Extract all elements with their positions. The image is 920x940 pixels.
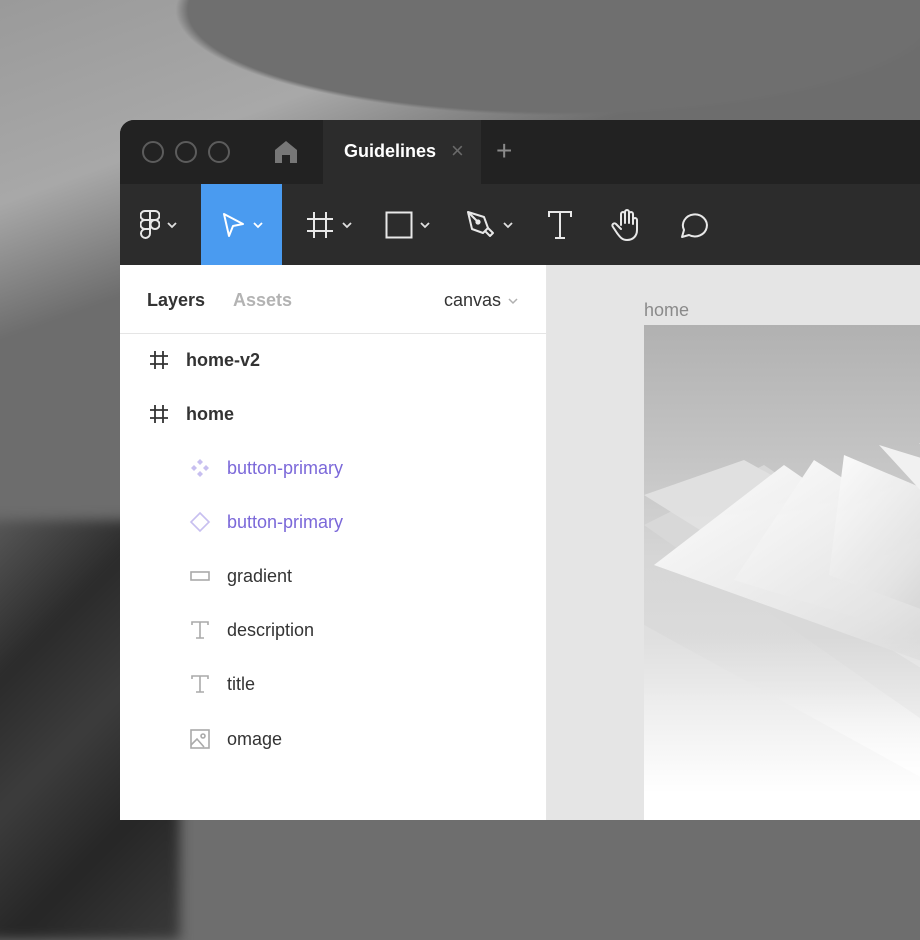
text-tool-button[interactable] — [547, 184, 573, 265]
layer-item[interactable]: omage — [188, 719, 282, 759]
layers-panel: Layers Assets canvas home-v2 home button… — [120, 265, 547, 820]
cursor-arrow-icon — [222, 212, 244, 237]
chevron-down-icon — [508, 297, 518, 304]
close-tab-icon[interactable]: × — [451, 140, 464, 162]
panel-header: Layers Assets canvas — [120, 265, 546, 334]
title-bar: Guidelines × + — [120, 120, 920, 184]
figma-menu-button[interactable] — [140, 184, 178, 265]
text-icon — [188, 672, 212, 696]
chevron-down-icon — [342, 221, 352, 228]
comment-icon — [681, 213, 708, 238]
figma-logo-icon — [140, 209, 160, 239]
layer-item[interactable]: button-primary — [188, 448, 343, 488]
layer-item[interactable]: home-v2 — [147, 340, 260, 380]
home-icon[interactable] — [273, 139, 299, 165]
frame-icon — [147, 348, 171, 372]
maximize-window-button[interactable] — [208, 141, 230, 163]
frame-icon — [147, 402, 171, 426]
layer-item[interactable]: description — [188, 610, 314, 650]
chevron-down-icon — [420, 221, 430, 228]
chevron-down-icon — [503, 221, 513, 228]
close-window-button[interactable] — [142, 141, 164, 163]
hand-icon — [611, 208, 638, 241]
layer-label: button-primary — [227, 511, 344, 532]
tab-guidelines[interactable]: Guidelines × — [323, 120, 481, 184]
canvas-area[interactable]: home — [547, 265, 920, 820]
tab-assets[interactable]: Assets — [233, 290, 292, 311]
tab-layers[interactable]: Layers — [147, 290, 205, 311]
home-frame[interactable] — [644, 325, 920, 820]
shape-tool-button[interactable] — [385, 184, 431, 265]
layer-item[interactable]: button-primary — [188, 502, 343, 542]
frame-label[interactable]: home — [644, 300, 689, 321]
layer-label: description — [227, 619, 315, 640]
chevron-down-icon — [167, 221, 177, 228]
new-tab-button[interactable]: + — [496, 137, 512, 165]
toolbar — [120, 184, 920, 265]
chevron-down-icon — [252, 221, 263, 228]
minimize-window-button[interactable] — [175, 141, 197, 163]
text-icon — [548, 210, 572, 239]
rectangle-icon — [385, 211, 413, 238]
frame-tool-button[interactable] — [305, 184, 353, 265]
page-selector[interactable]: canvas — [444, 290, 519, 311]
image-icon — [188, 727, 212, 751]
layer-label: omage — [227, 728, 283, 749]
instance-icon — [188, 510, 212, 534]
comment-tool-button[interactable] — [678, 184, 710, 265]
layer-item[interactable]: title — [188, 664, 255, 704]
layer-label: home-v2 — [186, 349, 261, 370]
rectangle-icon — [188, 564, 212, 588]
component-icon — [188, 456, 212, 480]
pen-tool-button[interactable] — [466, 184, 514, 265]
figma-window: Guidelines × + Layers Assets canvas home… — [120, 120, 920, 820]
layer-item[interactable]: home — [147, 394, 234, 434]
layer-label: gradient — [227, 565, 293, 586]
frame-artwork-image — [644, 325, 920, 820]
frame-hash-icon — [307, 211, 333, 238]
text-icon — [188, 618, 212, 642]
hand-tool-button[interactable] — [610, 184, 642, 265]
layer-label: button-primary — [227, 457, 344, 478]
layer-item[interactable]: gradient — [188, 556, 292, 596]
layer-label: home — [186, 403, 235, 424]
move-tool-button[interactable] — [201, 184, 282, 265]
pen-icon — [467, 210, 494, 237]
tab-label: Guidelines — [344, 141, 437, 161]
page-selector-label: canvas — [443, 290, 501, 310]
layer-label: title — [227, 673, 256, 694]
